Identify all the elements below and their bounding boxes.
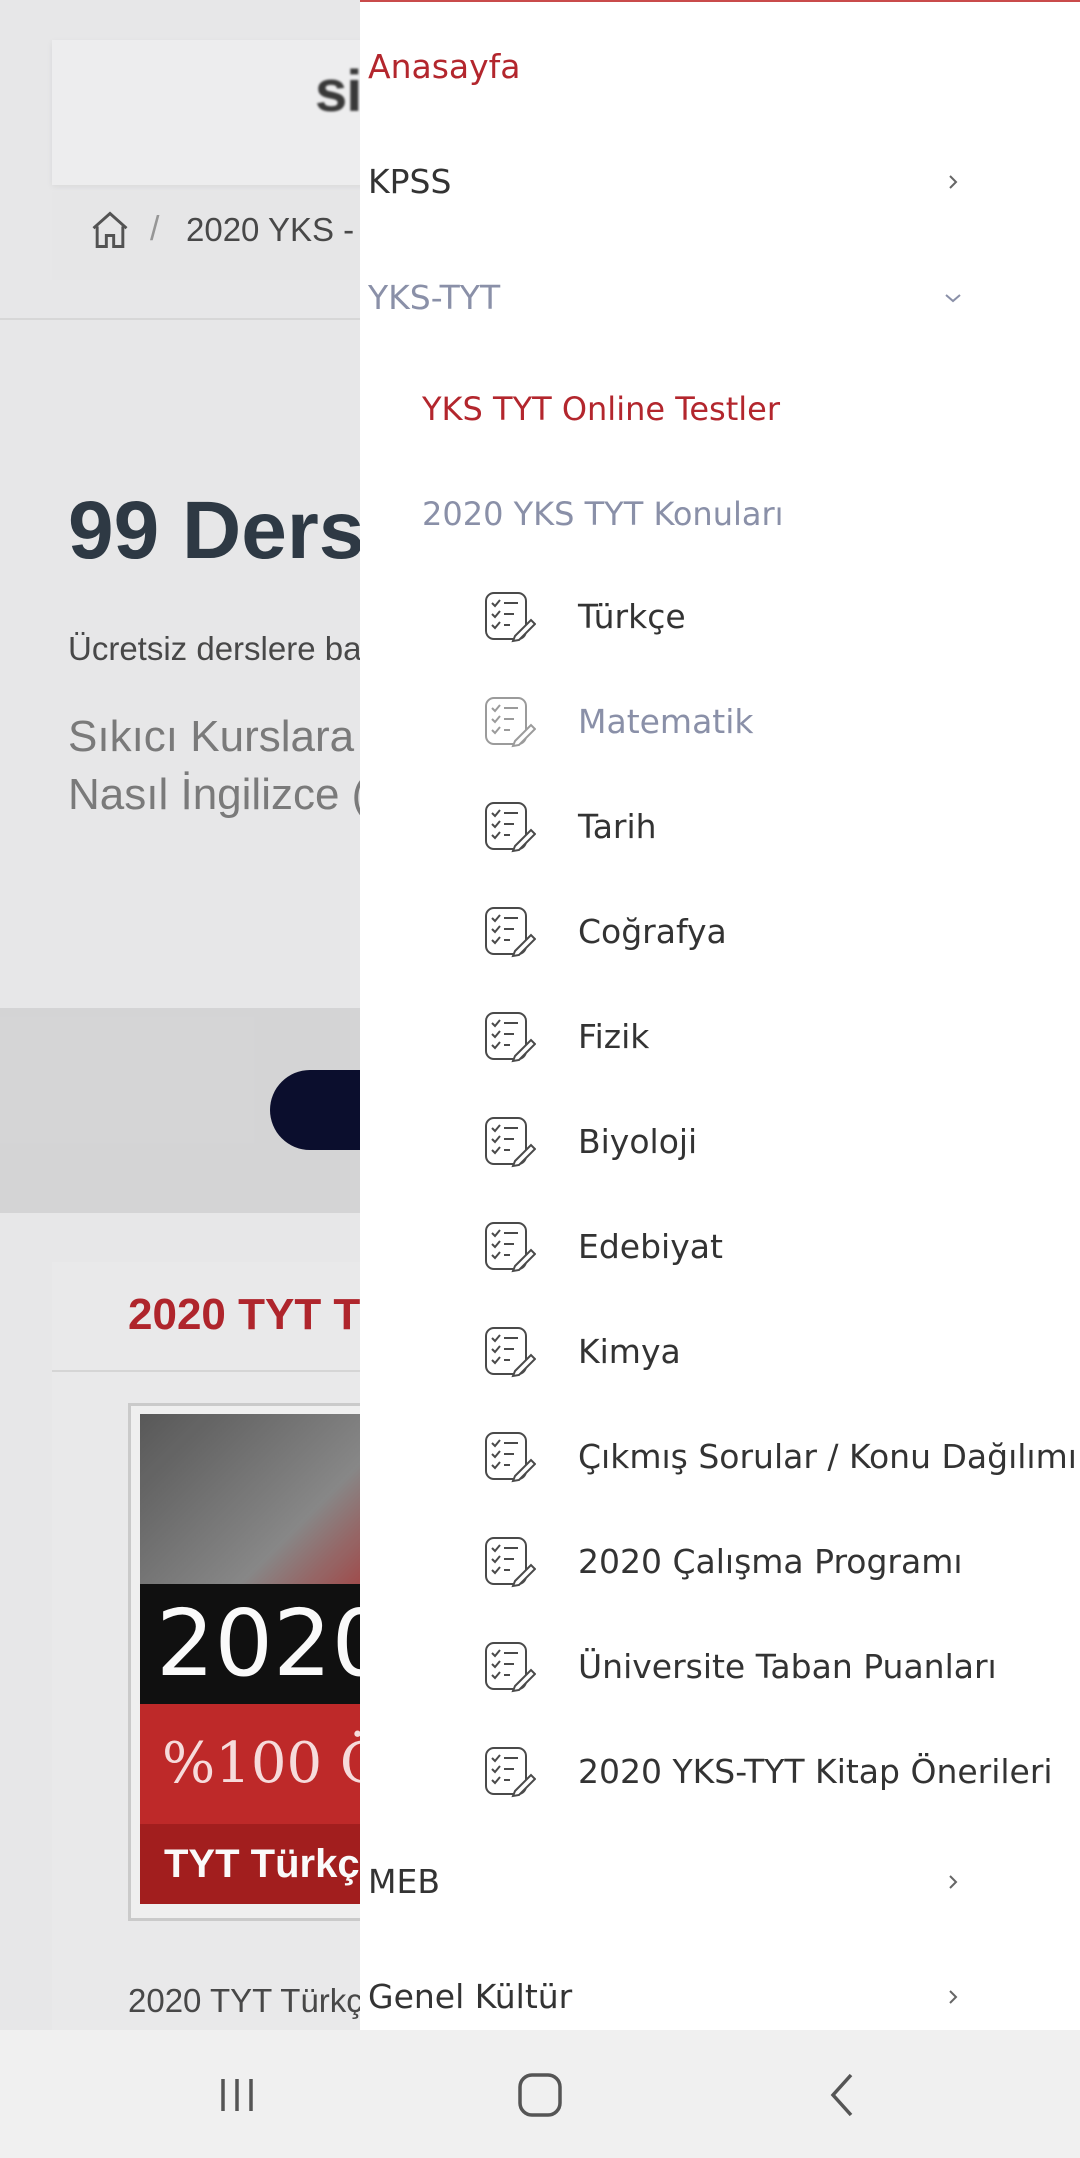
menu-item-genel-kultur[interactable]: Genel Kültür [368, 1967, 1080, 2027]
menu-item-label: Genel Kültür [368, 1977, 573, 2016]
topic-item[interactable]: Edebiyat [360, 1209, 1080, 1289]
topic-label: Tarih [578, 807, 657, 846]
system-navigation-bar [0, 2030, 1080, 2158]
menu-item-kpss[interactable]: KPSS [368, 152, 1080, 212]
topic-label: Fizik [578, 1017, 650, 1056]
topic-item[interactable]: 2020 Çalışma Programı [360, 1524, 1080, 1604]
submenu-item-konular[interactable]: 2020 YKS TYT Konuları [422, 484, 784, 544]
back-icon[interactable] [803, 2060, 883, 2130]
checklist-pencil-icon [482, 694, 537, 748]
topic-item[interactable]: Fizik [360, 999, 1080, 1079]
chevron-right-icon[interactable] [923, 152, 983, 212]
topic-item[interactable]: Tarih [360, 789, 1080, 869]
checklist-pencil-icon [482, 1639, 537, 1693]
topic-item[interactable]: Coğrafya [360, 894, 1080, 974]
topic-label: Üniversite Taban Puanları [578, 1647, 997, 1686]
topic-item[interactable]: Üniversite Taban Puanları [360, 1629, 1080, 1709]
topic-item[interactable]: Türkçe [360, 579, 1080, 659]
menu-item-label: YKS-TYT [368, 278, 501, 317]
checklist-pencil-icon [482, 1219, 537, 1273]
navigation-drawer: Anasayfa KPSS YKS-TYT YKS TYT Online Tes… [360, 0, 1080, 2030]
topic-label: Coğrafya [578, 912, 727, 951]
menu-item-anasayfa[interactable]: Anasayfa [368, 37, 1080, 97]
topic-label: 2020 YKS-TYT Kitap Önerileri [578, 1752, 1053, 1791]
submenu-item-online-testler[interactable]: YKS TYT Online Testler [422, 379, 780, 439]
topic-item[interactable]: Kimya [360, 1314, 1080, 1394]
checklist-pencil-icon [482, 1429, 537, 1483]
topic-label: Matematik [578, 702, 754, 741]
menu-item-label: KPSS [368, 162, 452, 201]
topic-item[interactable]: Matematik [360, 684, 1080, 764]
menu-item-label: MEB [368, 1862, 440, 1901]
recent-apps-icon[interactable] [197, 2060, 277, 2130]
checklist-pencil-icon [482, 1114, 537, 1168]
topic-label: Türkçe [578, 597, 686, 636]
checklist-pencil-icon [482, 799, 537, 853]
checklist-pencil-icon [482, 589, 537, 643]
menu-item-yks-tyt[interactable]: YKS-TYT [368, 268, 1080, 328]
checklist-pencil-icon [482, 904, 537, 958]
checklist-pencil-icon [482, 1744, 537, 1798]
home-button-icon[interactable] [500, 2060, 580, 2130]
checklist-pencil-icon [482, 1534, 537, 1588]
topic-label: Biyoloji [578, 1122, 698, 1161]
topic-label: Kimya [578, 1332, 681, 1371]
chevron-down-icon[interactable] [923, 268, 983, 328]
checklist-pencil-icon [482, 1009, 537, 1063]
topic-item[interactable]: Çıkmış Sorular / Konu Dağılımı [360, 1419, 1080, 1499]
menu-item-label: Anasayfa [368, 47, 521, 86]
topic-item[interactable]: 2020 YKS-TYT Kitap Önerileri [360, 1734, 1080, 1814]
chevron-right-icon[interactable] [923, 1852, 983, 1912]
chevron-right-icon[interactable] [923, 1967, 983, 2027]
topic-label: 2020 Çalışma Programı [578, 1542, 963, 1581]
topic-label: Çıkmış Sorular / Konu Dağılımı [578, 1437, 1077, 1476]
topic-item[interactable]: Biyoloji [360, 1104, 1080, 1184]
menu-item-meb[interactable]: MEB [368, 1852, 1080, 1912]
checklist-pencil-icon [482, 1324, 537, 1378]
topic-label: Edebiyat [578, 1227, 723, 1266]
